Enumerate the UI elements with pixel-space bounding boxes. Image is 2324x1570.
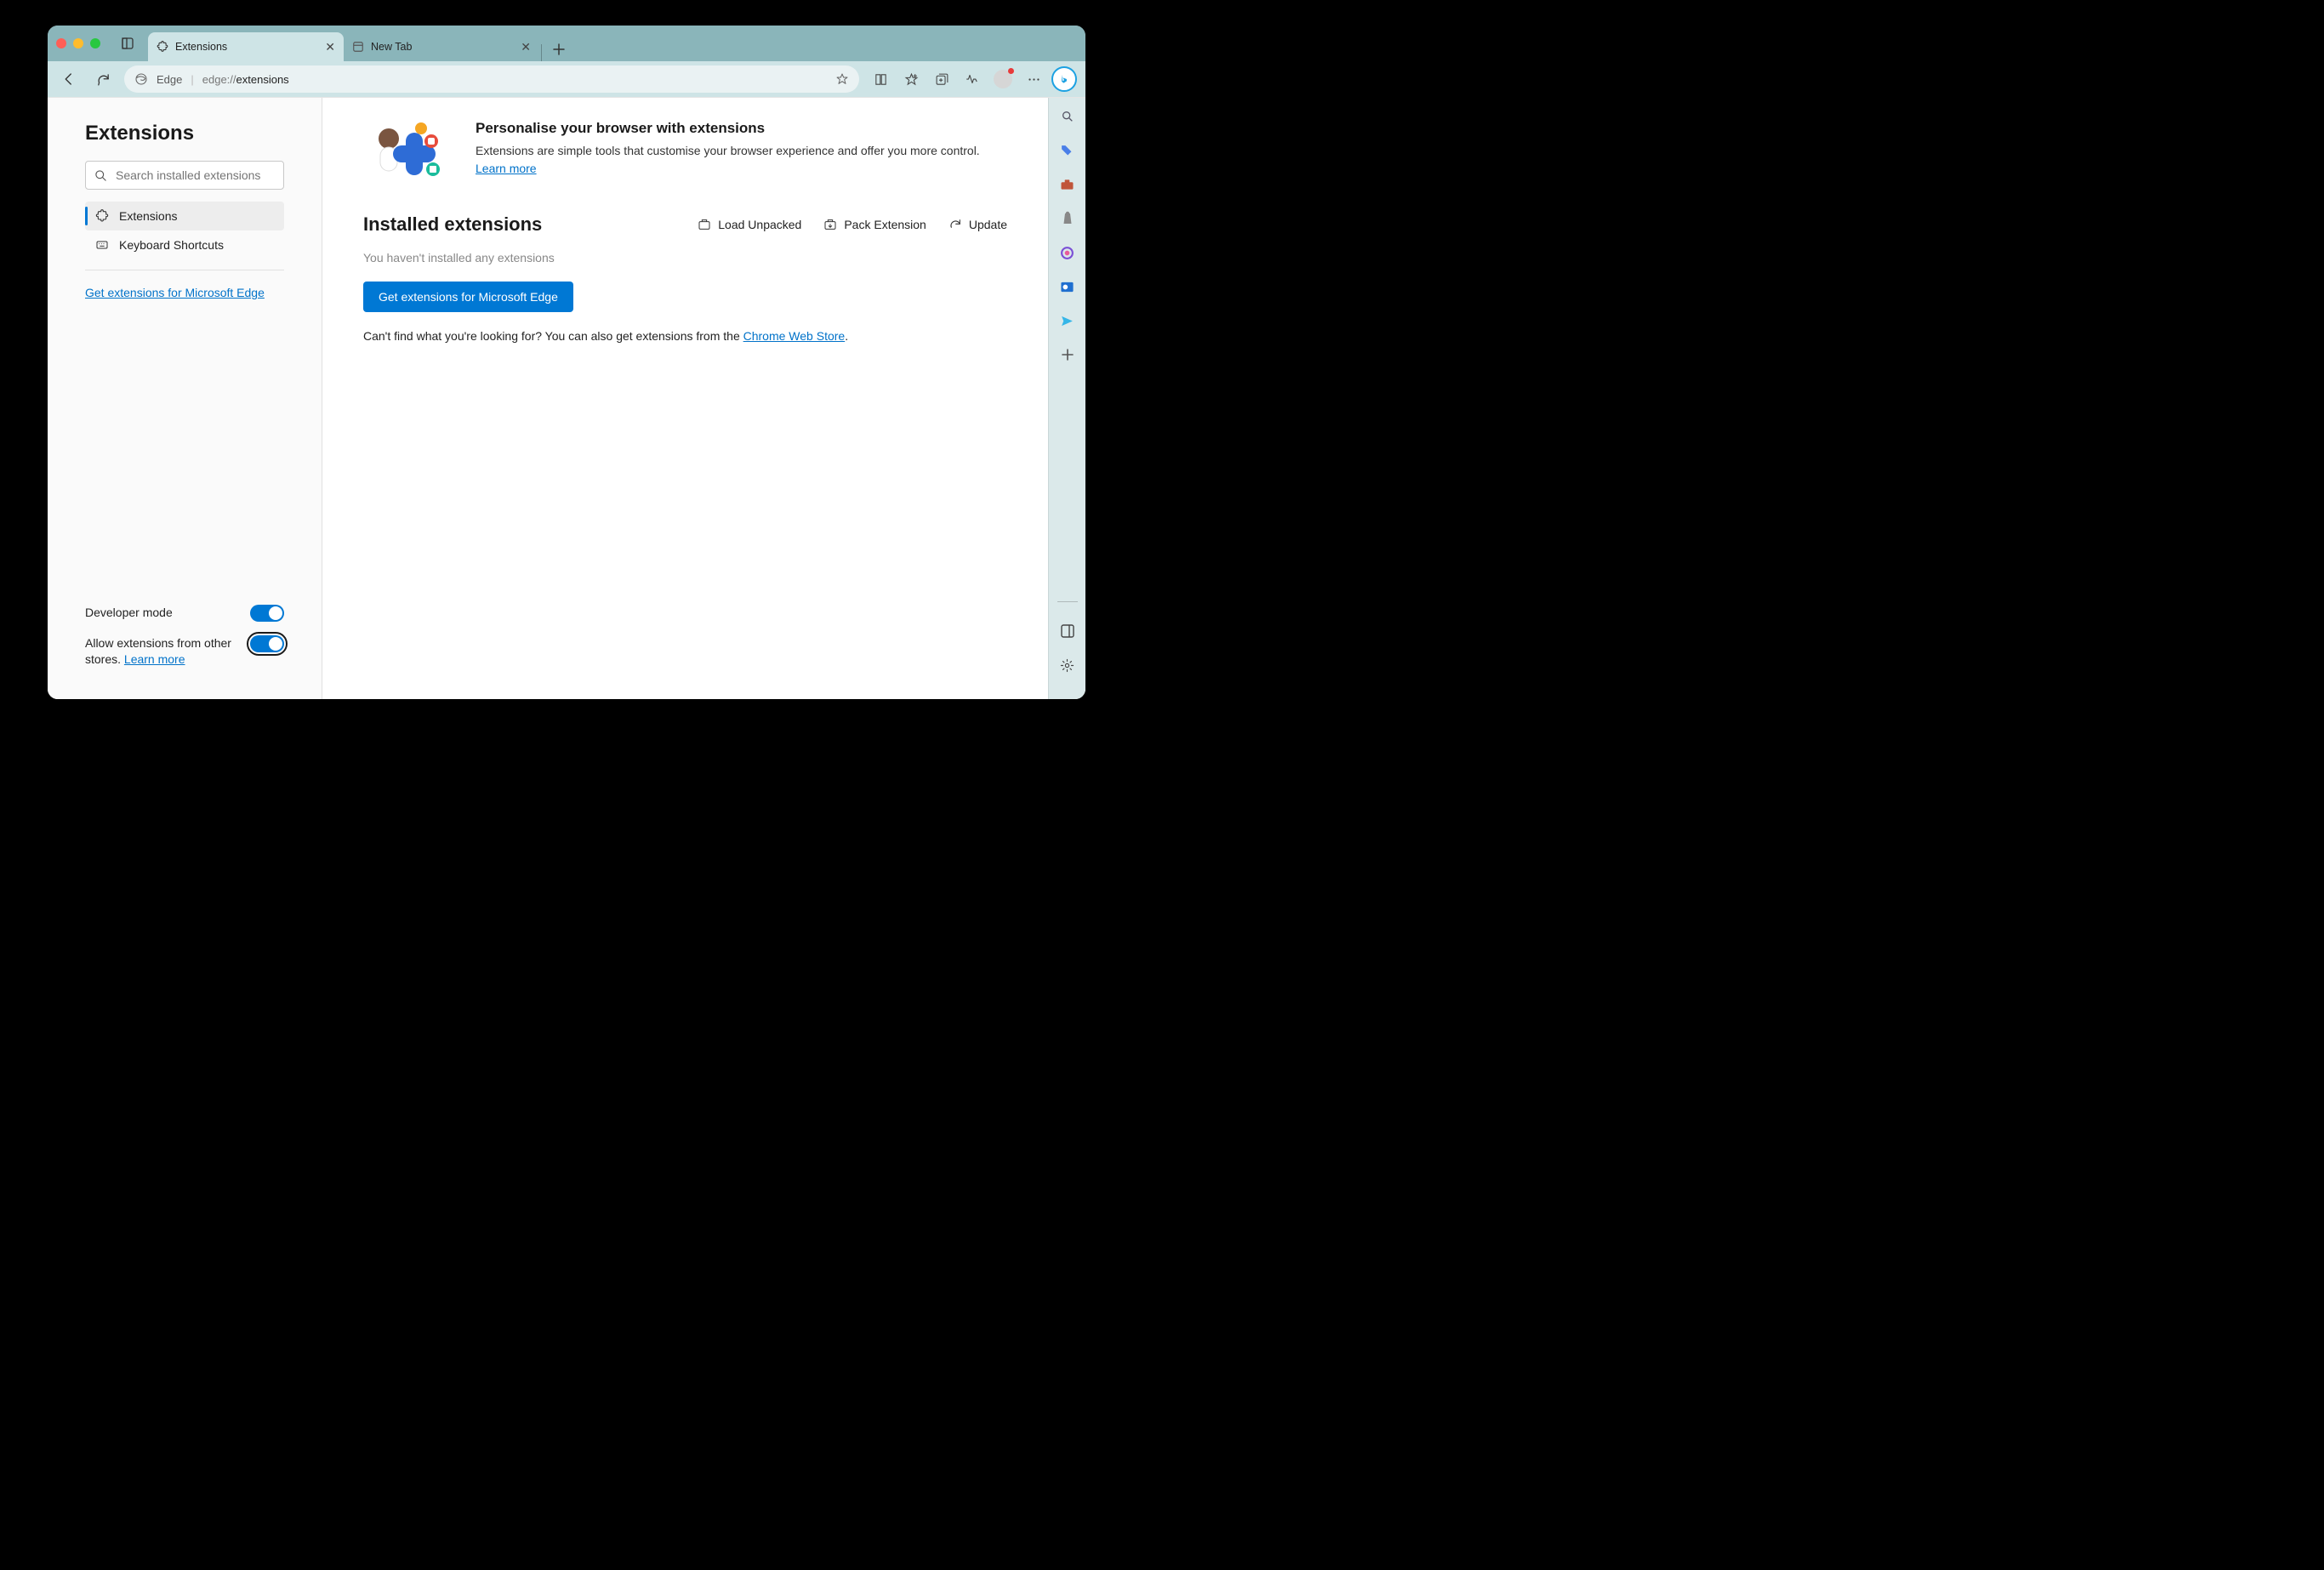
bing-button[interactable] bbox=[1051, 66, 1077, 92]
update-icon bbox=[948, 218, 962, 231]
edge-logo-icon bbox=[134, 72, 148, 86]
nav-list: Extensions Keyboard Shortcuts bbox=[85, 202, 284, 259]
right-sidebar bbox=[1048, 98, 1085, 699]
new-tab-button[interactable] bbox=[547, 37, 571, 61]
search-input[interactable] bbox=[116, 168, 275, 182]
allow-other-stores-toggle[interactable] bbox=[250, 635, 284, 652]
hero-illustration bbox=[363, 120, 457, 188]
nav-item-label: Extensions bbox=[119, 209, 177, 223]
profile-button[interactable] bbox=[990, 66, 1016, 92]
sidebar-office-icon[interactable] bbox=[1059, 244, 1076, 261]
developer-mode-label: Developer mode bbox=[85, 605, 240, 622]
content-area: Extensions Extensions Keyboard Shortcuts bbox=[48, 97, 1085, 699]
nav-item-label: Keyboard Shortcuts bbox=[119, 238, 224, 252]
page-body: Extensions Extensions Keyboard Shortcuts bbox=[48, 98, 1048, 699]
allow-other-stores-row: Allow extensions from other stores. Lear… bbox=[85, 635, 284, 668]
favorites-button[interactable] bbox=[898, 66, 924, 92]
toolbar-actions bbox=[868, 66, 1077, 92]
action-label: Load Unpacked bbox=[718, 218, 801, 231]
extension-icon bbox=[157, 41, 168, 53]
footer-text: Can't find what you're looking for? You … bbox=[363, 329, 1007, 343]
browser-window: Extensions ✕ New Tab ✕ Edge | edge:// bbox=[48, 26, 1085, 699]
more-menu-button[interactable] bbox=[1021, 66, 1046, 92]
bing-icon bbox=[1058, 73, 1070, 85]
installed-heading: Installed extensions bbox=[363, 213, 542, 236]
sidebar-search-icon[interactable] bbox=[1059, 108, 1076, 125]
allow-other-stores-label: Allow extensions from other stores. Lear… bbox=[85, 635, 240, 668]
sidebar-panel-toggle[interactable] bbox=[1059, 623, 1076, 640]
developer-mode-row: Developer mode bbox=[85, 605, 284, 622]
sidebar-shopping-icon[interactable] bbox=[1059, 142, 1076, 159]
hero-description: Extensions are simple tools that customi… bbox=[476, 142, 1007, 178]
hero-section: Personalise your browser with extensions… bbox=[363, 120, 1007, 188]
tab-close-button[interactable]: ✕ bbox=[325, 40, 335, 54]
search-icon bbox=[94, 169, 107, 182]
chrome-web-store-link[interactable]: Chrome Web Store bbox=[743, 329, 846, 343]
developer-mode-toggle[interactable] bbox=[250, 605, 284, 622]
tab-new-tab[interactable]: New Tab ✕ bbox=[344, 32, 539, 61]
action-label: Update bbox=[969, 218, 1007, 231]
get-extensions-link[interactable]: Get extensions for Microsoft Edge bbox=[85, 286, 284, 299]
load-icon bbox=[698, 218, 711, 231]
load-unpacked-button[interactable]: Load Unpacked bbox=[698, 218, 801, 231]
empty-message: You haven't installed any extensions bbox=[363, 251, 1007, 265]
hero-title: Personalise your browser with extensions bbox=[476, 120, 1007, 137]
toolbar: Edge | edge://extensions bbox=[48, 61, 1085, 97]
back-button[interactable] bbox=[56, 66, 82, 92]
tab-label: Extensions bbox=[175, 41, 227, 53]
nav-item-extensions[interactable]: Extensions bbox=[85, 202, 284, 230]
pack-extension-button[interactable]: Pack Extension bbox=[823, 218, 926, 231]
sidebar-send-icon[interactable] bbox=[1059, 312, 1076, 329]
page-title: Extensions bbox=[85, 122, 284, 145]
tab-label: New Tab bbox=[371, 41, 412, 53]
pack-icon bbox=[823, 218, 837, 231]
sidebar-settings-icon[interactable] bbox=[1059, 657, 1076, 674]
window-maximize-button[interactable] bbox=[90, 38, 100, 48]
left-panel: Extensions Extensions Keyboard Shortcuts bbox=[48, 98, 322, 699]
hero-learn-more-link[interactable]: Learn more bbox=[476, 162, 537, 175]
avatar-icon bbox=[994, 70, 1012, 88]
url-text: edge://extensions bbox=[202, 73, 289, 86]
sidebar-games-icon[interactable] bbox=[1059, 210, 1076, 227]
divider bbox=[1057, 601, 1078, 602]
reading-list-button[interactable] bbox=[868, 66, 893, 92]
address-bar[interactable]: Edge | edge://extensions bbox=[124, 65, 859, 93]
learn-more-link[interactable]: Learn more bbox=[124, 652, 185, 666]
tab-extensions[interactable]: Extensions ✕ bbox=[148, 32, 344, 61]
window-controls bbox=[56, 38, 100, 48]
installed-header: Installed extensions Load Unpacked Pack … bbox=[363, 213, 1007, 236]
window-close-button[interactable] bbox=[56, 38, 66, 48]
sidebar-outlook-icon[interactable] bbox=[1059, 278, 1076, 295]
window-minimize-button[interactable] bbox=[73, 38, 83, 48]
tab-close-button[interactable]: ✕ bbox=[521, 40, 531, 54]
tabs-container: Extensions ✕ New Tab ✕ bbox=[148, 26, 571, 61]
browser-label: Edge bbox=[157, 73, 182, 86]
sidebar-add-button[interactable] bbox=[1059, 346, 1076, 363]
keyboard-icon bbox=[95, 238, 109, 252]
get-extensions-button[interactable]: Get extensions for Microsoft Edge bbox=[363, 282, 573, 312]
update-button[interactable]: Update bbox=[948, 218, 1007, 231]
search-box[interactable] bbox=[85, 161, 284, 190]
action-label: Pack Extension bbox=[844, 218, 926, 231]
extension-icon bbox=[95, 209, 109, 223]
favorite-star-icon[interactable] bbox=[835, 72, 849, 86]
tab-divider bbox=[541, 44, 542, 61]
tab-overview-button[interactable] bbox=[116, 31, 140, 55]
page-icon bbox=[352, 41, 364, 53]
collections-button[interactable] bbox=[929, 66, 954, 92]
main-content: Personalise your browser with extensions… bbox=[322, 98, 1048, 699]
tab-strip: Extensions ✕ New Tab ✕ bbox=[48, 26, 1085, 61]
hero-text: Personalise your browser with extensions… bbox=[476, 120, 1007, 188]
refresh-button[interactable] bbox=[90, 66, 116, 92]
sidebar-tools-icon[interactable] bbox=[1059, 176, 1076, 193]
performance-button[interactable] bbox=[960, 66, 985, 92]
nav-item-keyboard-shortcuts[interactable]: Keyboard Shortcuts bbox=[85, 230, 284, 259]
